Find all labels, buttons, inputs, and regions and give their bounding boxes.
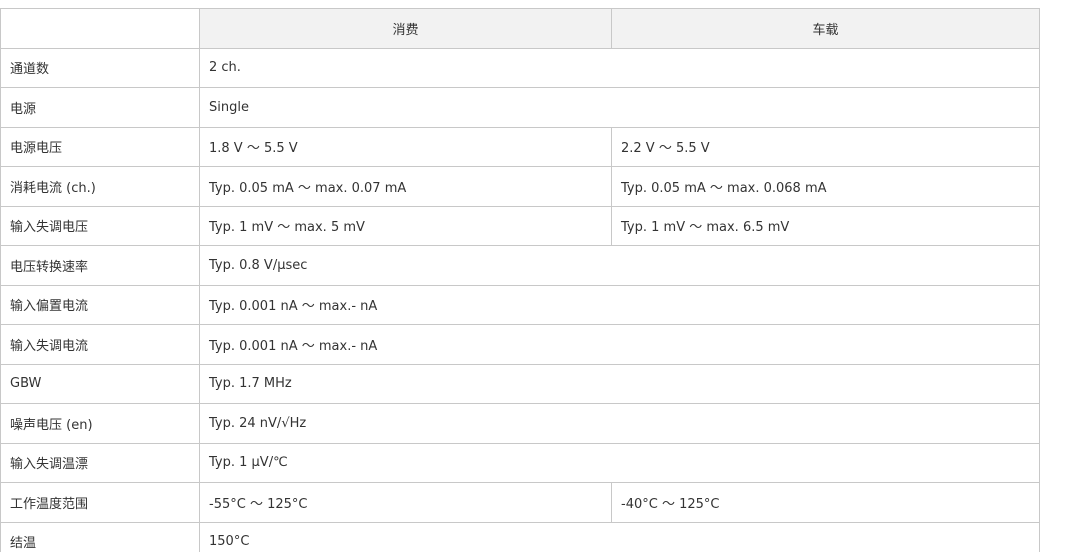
- row-value: Typ. 0.8 V/μsec: [199, 245, 1040, 286]
- header-consumer: 消费: [199, 8, 612, 49]
- table-row: 输入失调温漂 Typ. 1 μV/℃: [0, 442, 1040, 483]
- row-label: 输入失调电流: [0, 324, 200, 365]
- row-label: 电压转换速率: [0, 245, 200, 286]
- row-label: 通道数: [0, 47, 200, 88]
- table-row: 电压转换速率 Typ. 0.8 V/μsec: [0, 245, 1040, 286]
- table-row: 通道数 2 ch.: [0, 47, 1040, 88]
- row-label: 输入失调温漂: [0, 442, 200, 483]
- table-row: 电源电压 1.8 V ～ 5.5 V 2.2 V ～ 5.5 V: [0, 126, 1040, 167]
- row-value-consumer: -55°C ～ 125°C: [199, 482, 612, 523]
- table-row: 结温 150°C: [0, 521, 1040, 552]
- row-value-automotive: Typ. 1 mV ～ max. 6.5 mV: [611, 205, 1040, 246]
- row-label: 噪声电压 (en): [0, 403, 200, 444]
- table-row: 噪声电压 (en) Typ. 24 nV/√Hz: [0, 403, 1040, 444]
- row-value-automotive: Typ. 0.05 mA ～ max. 0.068 mA: [611, 166, 1040, 207]
- table-header-row: 消费 车载: [0, 8, 1040, 49]
- table-row: 工作温度范围 -55°C ～ 125°C -40°C ～ 125°C: [0, 482, 1040, 523]
- row-value-automotive: -40°C ～ 125°C: [611, 482, 1040, 523]
- row-value: 2 ch.: [199, 47, 1040, 88]
- row-label: 电源电压: [0, 126, 200, 167]
- row-value: Typ. 24 nV/√Hz: [199, 403, 1040, 444]
- row-value-consumer: 1.8 V ～ 5.5 V: [199, 126, 612, 167]
- header-automotive: 车载: [611, 8, 1040, 49]
- row-label: 结温: [0, 521, 200, 552]
- row-label: 工作温度范围: [0, 482, 200, 523]
- row-label: GBW: [0, 363, 200, 404]
- table-row: 输入失调电压 Typ. 1 mV ～ max. 5 mV Typ. 1 mV ～…: [0, 205, 1040, 246]
- spec-table: 消费 车载 通道数 2 ch. 电源 Single 电源电压 1.8 V ～ 5…: [0, 8, 1040, 552]
- row-value: Single: [199, 87, 1040, 128]
- table-row: GBW Typ. 1.7 MHz: [0, 363, 1040, 404]
- row-value: Typ. 0.001 nA ～ max.- nA: [199, 284, 1040, 325]
- table-row: 电源 Single: [0, 87, 1040, 128]
- table-row: 输入偏置电流 Typ. 0.001 nA ～ max.- nA: [0, 284, 1040, 325]
- row-value: Typ. 1 μV/℃: [199, 442, 1040, 483]
- row-value: Typ. 1.7 MHz: [199, 363, 1040, 404]
- row-value-automotive: 2.2 V ～ 5.5 V: [611, 126, 1040, 167]
- row-value: 150°C: [199, 521, 1040, 552]
- table-row: 消耗电流 (ch.) Typ. 0.05 mA ～ max. 0.07 mA T…: [0, 166, 1040, 207]
- header-corner-cell: [0, 8, 200, 49]
- row-value-consumer: Typ. 1 mV ～ max. 5 mV: [199, 205, 612, 246]
- row-label: 输入失调电压: [0, 205, 200, 246]
- row-value: Typ. 0.001 nA ～ max.- nA: [199, 324, 1040, 365]
- row-label: 输入偏置电流: [0, 284, 200, 325]
- row-label: 消耗电流 (ch.): [0, 166, 200, 207]
- row-label: 电源: [0, 87, 200, 128]
- table-row: 输入失调电流 Typ. 0.001 nA ～ max.- nA: [0, 324, 1040, 365]
- row-value-consumer: Typ. 0.05 mA ～ max. 0.07 mA: [199, 166, 612, 207]
